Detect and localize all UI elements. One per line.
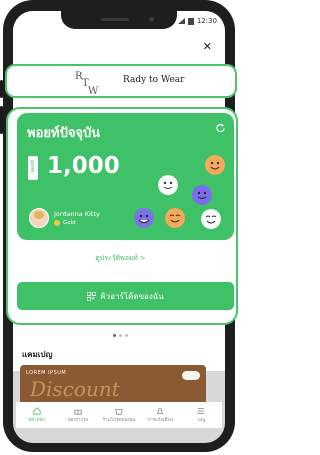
tab-favorite-shops[interactable]: ร้านโปรดของฉัน (98, 402, 139, 428)
smiley-icon (192, 185, 212, 205)
avatar (29, 208, 49, 228)
smiley-icon (201, 209, 221, 229)
points-card: พอยท์ปัจจุบัน พอยท์ 1,000 Jordanna Kitty… (17, 113, 234, 240)
banner-subtitle: LOREM IPSUM (26, 370, 67, 376)
tab-menu[interactable]: เมนู (181, 402, 222, 428)
refresh-icon[interactable] (216, 123, 225, 132)
status-time: 12:30 (196, 17, 217, 25)
smiley-icon (205, 155, 225, 175)
brand-bar: R T W Rady to Wear (5, 64, 237, 98)
carousel-dots (113, 334, 128, 337)
campaign-heading: แคมเปญ (22, 350, 53, 359)
my-qr-code-label: คิวอาร์โค้ดของฉัน (100, 291, 164, 301)
close-icon[interactable]: ✕ (203, 41, 212, 52)
gift-icon (74, 409, 82, 415)
speaker (101, 18, 129, 21)
user-name: Jordanna Kitty (54, 210, 100, 218)
tab-label: หน้าหลัก (28, 418, 46, 423)
tier-badge: Gold (54, 220, 100, 226)
status-bar: 12:30 (177, 17, 217, 25)
shop-icon (115, 409, 123, 415)
banner-toggle (182, 371, 200, 380)
carousel-dot[interactable] (119, 334, 122, 337)
carousel-dot[interactable] (113, 334, 116, 337)
notch (61, 11, 177, 29)
point-tag: พอยท์ (28, 156, 38, 180)
smiley-icon (134, 208, 154, 228)
tab-notifications[interactable]: การแจ้งเตือน (140, 402, 181, 428)
points-value: 1,000 (47, 153, 120, 179)
banner-title: Discount (30, 377, 120, 401)
svg-text:W: W (88, 86, 99, 96)
smiley-icon (165, 208, 185, 228)
tab-home[interactable]: หน้าหลัก (16, 402, 57, 428)
tab-label: ร้านโปรดของฉัน (102, 418, 136, 423)
my-qr-code-button[interactable]: คิวอาร์โค้ดของฉัน (17, 282, 234, 310)
camera (149, 17, 154, 22)
bell-icon (157, 408, 164, 414)
carousel-dot[interactable] (125, 334, 128, 337)
points-title: พอยท์ปัจจุบัน (27, 126, 101, 141)
points-history-link[interactable]: ดูประวัติพอยท์ > (0, 253, 241, 264)
tab-rewards[interactable]: ของรางวัล (57, 402, 98, 428)
tab-label: ของรางวัล (67, 418, 88, 423)
bottom-tab-bar: หน้าหลัก ของรางวัล ร้านโปรดของฉัน การแจ้… (16, 402, 222, 428)
brand-logo: R T W (75, 71, 99, 96)
tab-label: เมนู (197, 418, 206, 423)
tier-label: Gold (63, 220, 76, 226)
battery-icon (187, 17, 194, 25)
medal-icon (54, 220, 60, 226)
user-info: Jordanna Kitty Gold (29, 208, 100, 228)
tab-label: การแจ้งเตือน (147, 418, 174, 423)
side-button (0, 80, 3, 98)
side-button (0, 106, 3, 134)
qr-code-icon (87, 291, 97, 301)
home-icon (32, 407, 41, 415)
point-tag-label: พอยท์ (30, 160, 36, 173)
brand-name: Rady to Wear (123, 75, 185, 85)
smiley-icon (158, 175, 178, 195)
menu-icon (198, 408, 205, 414)
signal-icon (177, 18, 185, 24)
